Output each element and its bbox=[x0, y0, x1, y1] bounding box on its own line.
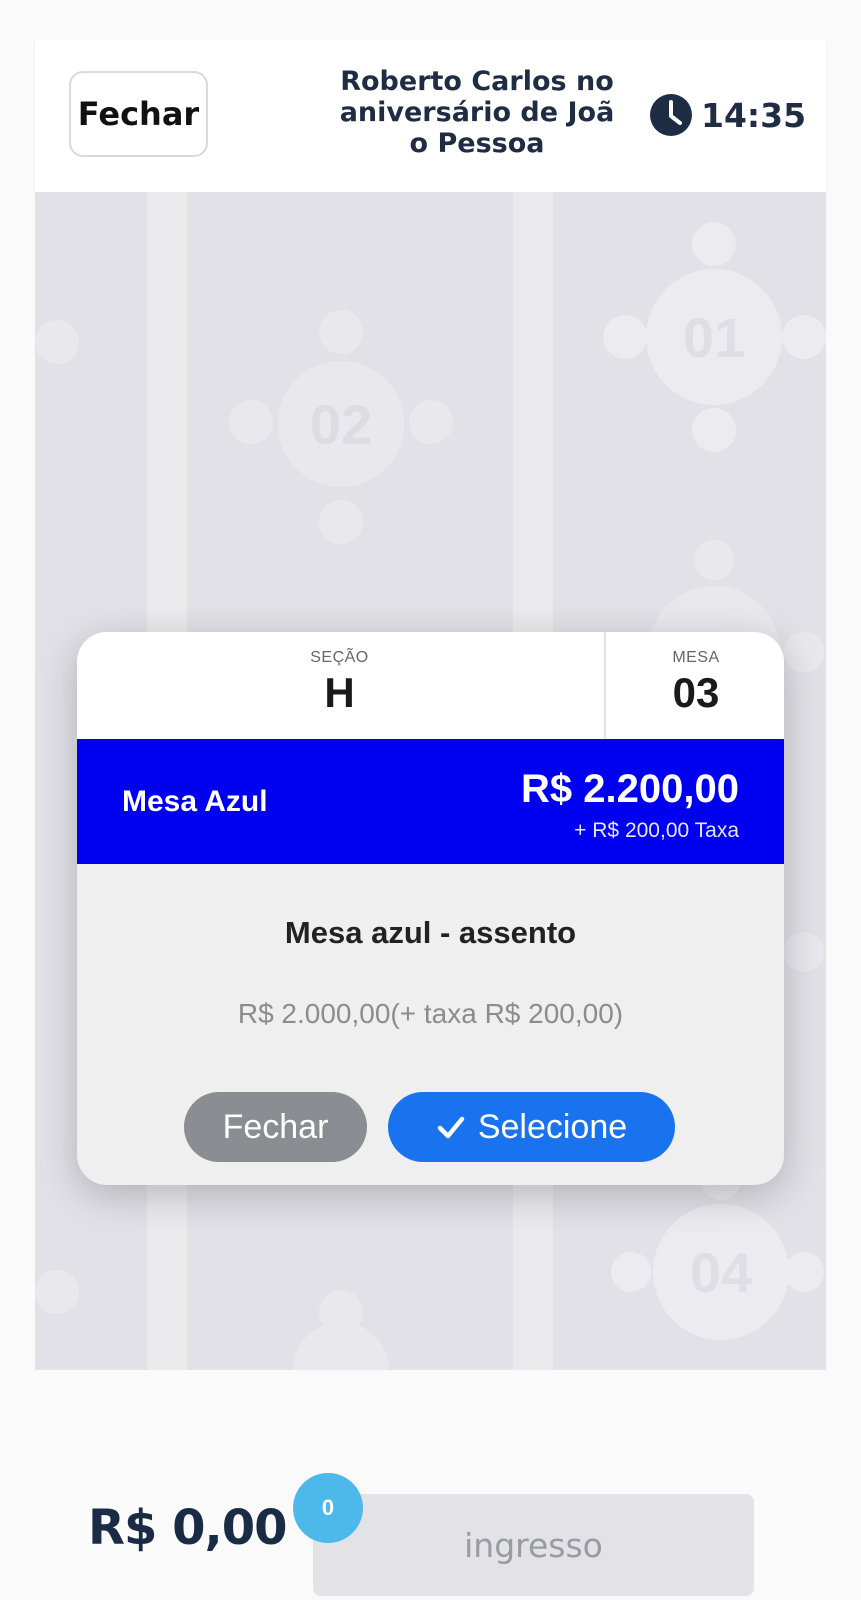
ticket-count-badge: 0 bbox=[293, 1473, 363, 1543]
close-button[interactable]: Fechar bbox=[69, 71, 208, 157]
map-table-02[interactable]: 02 bbox=[229, 310, 453, 544]
map-table-label: 04 bbox=[690, 1241, 752, 1304]
ticket-name: Mesa azul - assento bbox=[284, 915, 577, 950]
section-value: H bbox=[324, 669, 355, 716]
map-table-01[interactable]: 01 bbox=[603, 222, 826, 452]
popup-close-button[interactable]: Fechar bbox=[184, 1092, 367, 1162]
map-table-label: 02 bbox=[310, 393, 372, 456]
select-button[interactable]: Selecione bbox=[388, 1092, 675, 1162]
select-button-label: Selecione bbox=[477, 1107, 628, 1146]
header: Fechar Roberto Carlos no aniversário de … bbox=[35, 40, 826, 192]
map-table-label: 01 bbox=[683, 306, 745, 369]
map-table-04[interactable]: 04 bbox=[611, 1160, 824, 1340]
popup-header: SEÇÃO H MESA 03 bbox=[77, 632, 784, 739]
section-label: SEÇÃO bbox=[310, 649, 369, 666]
checkmark-icon bbox=[437, 1116, 465, 1139]
table-label: MESA bbox=[672, 649, 720, 666]
table-value: 03 bbox=[672, 669, 720, 716]
timer-text: 14:35 bbox=[701, 95, 807, 135]
table-info: MESA 03 bbox=[604, 632, 784, 739]
band-fee: + R$ 200,00 Taxa bbox=[574, 819, 739, 842]
timer: 14:35 bbox=[649, 92, 806, 138]
clock-icon bbox=[650, 94, 692, 136]
event-title: Roberto Carlos no aniversário de João Pe… bbox=[339, 66, 615, 159]
band-price: R$ 2.200,00 bbox=[521, 767, 739, 811]
seat-popup: SEÇÃO H MESA 03 Mesa Azul R$ 2.200,00 + … bbox=[77, 632, 784, 1185]
ticket-price: R$ 2.000,00(+ taxa R$ 200,00) bbox=[237, 998, 624, 1029]
band-name: Mesa Azul bbox=[122, 785, 268, 818]
cart-total: R$ 0,00 bbox=[88, 1500, 287, 1556]
price-band: Mesa Azul R$ 2.200,00 + R$ 200,00 Taxa bbox=[77, 739, 784, 864]
section-info: SEÇÃO H bbox=[77, 632, 602, 739]
ticket-button[interactable]: ingresso bbox=[313, 1494, 754, 1596]
